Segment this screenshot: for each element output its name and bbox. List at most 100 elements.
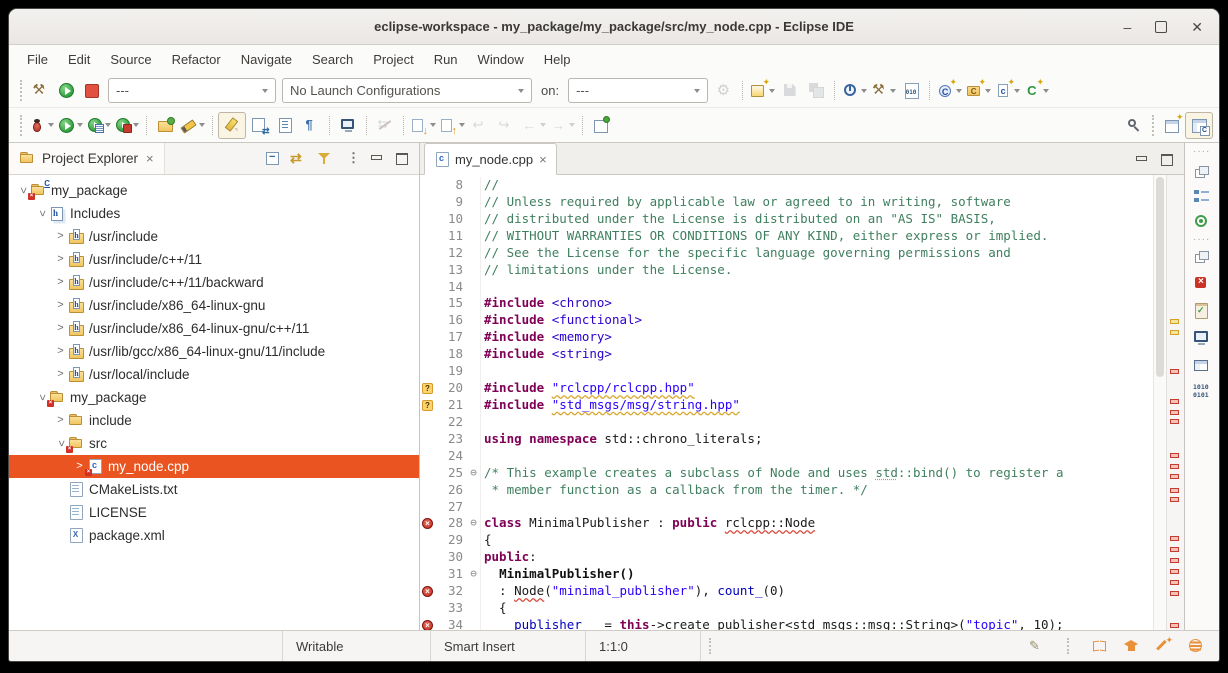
tree-item-license[interactable]: LICENSE [9,501,419,524]
memory-view-icon[interactable] [1192,383,1212,401]
expand-arrow-icon[interactable]: > [53,415,68,426]
open-console-button[interactable] [335,113,361,138]
web-resources-globe-icon[interactable] [1187,638,1205,654]
toggle-mark-occurrences-button[interactable] [246,113,272,138]
tree-item-my-package[interactable]: >×my_package [9,386,419,409]
tree-item--usr-include-x86-64-linux-gnu[interactable]: >/usr/include/x86_64-linux-gnu [9,294,419,317]
build-button[interactable] [869,78,898,103]
tree-item--usr-include-c-11-backward[interactable]: >/usr/include/c++/11/backward [9,271,419,294]
launch-config-combo[interactable]: No Launch Configurations [282,78,532,103]
forward-button[interactable] [548,113,577,138]
menu-help[interactable]: Help [534,45,581,74]
tutorials-book-icon[interactable] [1091,638,1109,654]
menu-window[interactable]: Window [468,45,534,74]
tree-item-includes[interactable]: >Includes [9,202,419,225]
close-icon[interactable]: × [539,152,547,167]
expand-arrow-icon[interactable]: > [53,277,68,288]
restore-views-icon[interactable] [1192,248,1212,266]
minimize-icon[interactable]: – [1123,20,1131,34]
close-icon[interactable]: × [146,151,154,166]
error-marker[interactable] [1170,558,1179,563]
menu-navigate[interactable]: Navigate [231,45,302,74]
error-marker[interactable] [1170,591,1179,596]
save-button[interactable] [777,78,803,103]
new-class-button[interactable] [935,78,964,103]
error-marker[interactable] [1170,453,1179,458]
new-wizard-button[interactable] [748,78,777,103]
tree-item-my-package[interactable]: >C×my_package [9,179,419,202]
minimize-editor-icon[interactable] [1133,151,1150,168]
expand-arrow-icon[interactable]: > [36,206,47,221]
outline-view-icon[interactable] [1192,187,1212,205]
wizard-wand-icon[interactable] [1155,638,1173,654]
editor-scrollbar[interactable] [1153,175,1166,630]
menu-source[interactable]: Source [100,45,161,74]
previous-annotation-button[interactable] [438,113,467,138]
tree-item--usr-include[interactable]: >/usr/include [9,225,419,248]
overview-ruler[interactable] [1166,175,1184,630]
build-config-combo[interactable]: --- [108,78,276,103]
open-perspective-button[interactable] [1159,113,1185,138]
error-marker[interactable] [1170,419,1179,424]
view-menu-icon[interactable] [342,150,359,167]
write-access-icon[interactable] [1027,638,1045,654]
tree-item--usr-lib-gcc-x86-64-linux-gnu-11-include[interactable]: >/usr/lib/gcc/x86_64-linux-gnu/11/includ… [9,340,419,363]
debug-button[interactable] [27,113,56,138]
menu-search[interactable]: Search [302,45,363,74]
problems-view-icon[interactable] [1192,274,1212,292]
fold-marker-icon[interactable]: ⊖ [467,465,480,482]
toggle-highlight-button[interactable] [218,112,246,139]
error-marker[interactable] [1170,497,1179,502]
error-marker[interactable] [1170,623,1179,628]
expand-arrow-icon[interactable]: > [36,390,47,405]
tree-item--usr-local-include[interactable]: >/usr/local/include [9,363,419,386]
menu-run[interactable]: Run [424,45,468,74]
open-task-button[interactable] [152,113,178,138]
pin-editor-button[interactable] [588,113,614,138]
error-marker[interactable] [1170,547,1179,552]
error-marker[interactable] [1170,536,1179,541]
expand-arrow-icon[interactable]: > [53,369,68,380]
expand-arrow-icon[interactable]: > [53,254,68,265]
fold-marker-icon[interactable]: ⊖ [467,566,480,583]
show-selected-element-button[interactable] [272,113,298,138]
tree-item-package-xml[interactable]: package.xml [9,524,419,547]
title-bar[interactable]: eclipse-workspace - my_package/my_packag… [9,9,1219,45]
run-button[interactable] [53,78,79,103]
menu-edit[interactable]: Edit [58,45,100,74]
expand-arrow-icon[interactable]: > [17,183,28,198]
breakpoints-view-icon[interactable] [1192,213,1212,231]
tasks-view-icon[interactable] [1192,302,1212,320]
open-element-button[interactable] [178,113,207,138]
link-with-editor-icon[interactable] [290,150,307,167]
tree-item-my-node-cpp[interactable]: >×my_node.cpp [9,455,419,478]
show-whitespace-button[interactable] [298,113,324,138]
next-annotation-button[interactable] [409,113,438,138]
run-as-button[interactable] [56,113,85,138]
tree-item--usr-include-x86-64-linux-gnu-c-11[interactable]: >/usr/include/x86_64-linux-gnu/c++/11 [9,317,419,340]
maximize-view-icon[interactable] [394,150,411,167]
filter-icon[interactable] [316,150,333,167]
project-tree[interactable]: >C×my_package>Includes>/usr/include>/usr… [9,175,419,630]
link-with-editor-button[interactable] [372,113,398,138]
tree-item-cmakelists-txt[interactable]: CMakeLists.txt [9,478,419,501]
error-marker[interactable] [1170,569,1179,574]
build-all-button[interactable] [27,78,53,103]
tab-my-node-cpp[interactable]: my_node.cpp × [424,143,557,175]
collapse-all-icon[interactable] [264,150,281,167]
debug-attach-button[interactable] [840,78,869,103]
code-editor[interactable]: 8//9// Unless required by applicable law… [420,175,1153,630]
error-marker[interactable] [1170,474,1179,479]
new-make-target-button[interactable] [1022,78,1051,103]
restore-views-icon[interactable] [1192,163,1212,181]
error-marker[interactable] [1170,580,1179,585]
menu-refactor[interactable]: Refactor [162,45,231,74]
error-marker[interactable] [1170,488,1179,493]
profile-button[interactable] [85,113,113,138]
tree-item--usr-include-c-11[interactable]: >/usr/include/c++/11 [9,248,419,271]
minimize-view-icon[interactable] [368,150,385,167]
maximize-icon[interactable] [1155,21,1167,33]
console-view-icon[interactable] [1192,329,1212,347]
coverage-button[interactable] [113,113,141,138]
stop-button[interactable] [79,78,105,103]
